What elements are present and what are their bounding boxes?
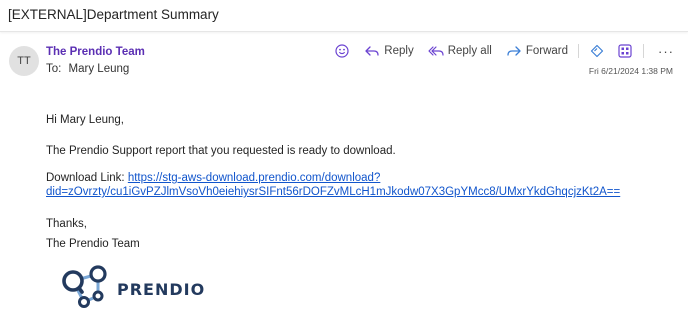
- reply-label: Reply: [384, 45, 414, 57]
- apps-grid-icon: [617, 43, 633, 59]
- react-button[interactable]: [334, 43, 350, 59]
- loop-icon: [589, 43, 605, 59]
- forward-label: Forward: [525, 45, 568, 57]
- loop-button[interactable]: [589, 43, 605, 59]
- email-reading-pane: [EXTERNAL]Department Summary TT The Pren…: [0, 0, 688, 318]
- logo-wordmark: PRENDIO: [117, 280, 206, 299]
- recipient-name[interactable]: Mary Leung: [69, 63, 130, 75]
- to-label: To:: [46, 63, 62, 75]
- logo-mark-icon: [62, 265, 107, 308]
- closing: Thanks,: [46, 218, 87, 230]
- reply-all-button[interactable]: Reply all: [428, 43, 492, 59]
- more-actions-button[interactable]: ···: [658, 44, 674, 59]
- apps-button[interactable]: [617, 43, 633, 59]
- sender-name[interactable]: The Prendio Team: [46, 46, 145, 58]
- download-paragraph: Download Link: https://stg-aws-download.…: [46, 171, 646, 199]
- body-text: The Prendio Support report that you requ…: [46, 145, 396, 157]
- email-subject: [EXTERNAL]Department Summary: [8, 7, 219, 22]
- smiley-icon: [334, 43, 350, 59]
- reply-icon: [364, 43, 380, 59]
- toolbar-divider: [578, 44, 579, 58]
- subject-bar: [EXTERNAL]Department Summary: [0, 0, 688, 32]
- download-label: Download Link:: [46, 172, 128, 184]
- forward-icon: [506, 43, 522, 59]
- reply-all-icon: [428, 43, 444, 59]
- reply-button[interactable]: Reply: [364, 43, 414, 59]
- sent-date: Fri 6/21/2024 1:38 PM: [588, 66, 673, 76]
- avatar[interactable]: TT: [9, 46, 39, 76]
- greeting: Hi Mary Leung,: [46, 114, 124, 126]
- recipient-line: To: Mary Leung: [46, 63, 129, 75]
- message-actions: Reply Reply all Forward ···: [324, 42, 674, 60]
- reply-all-label: Reply all: [447, 45, 492, 57]
- download-link[interactable]: https://stg-aws-download.prendio.com/dow…: [46, 172, 620, 198]
- prendio-logo: PRENDIO: [60, 262, 220, 312]
- toolbar-divider: [643, 44, 644, 58]
- forward-button[interactable]: Forward: [506, 43, 568, 59]
- signature: The Prendio Team: [46, 238, 140, 250]
